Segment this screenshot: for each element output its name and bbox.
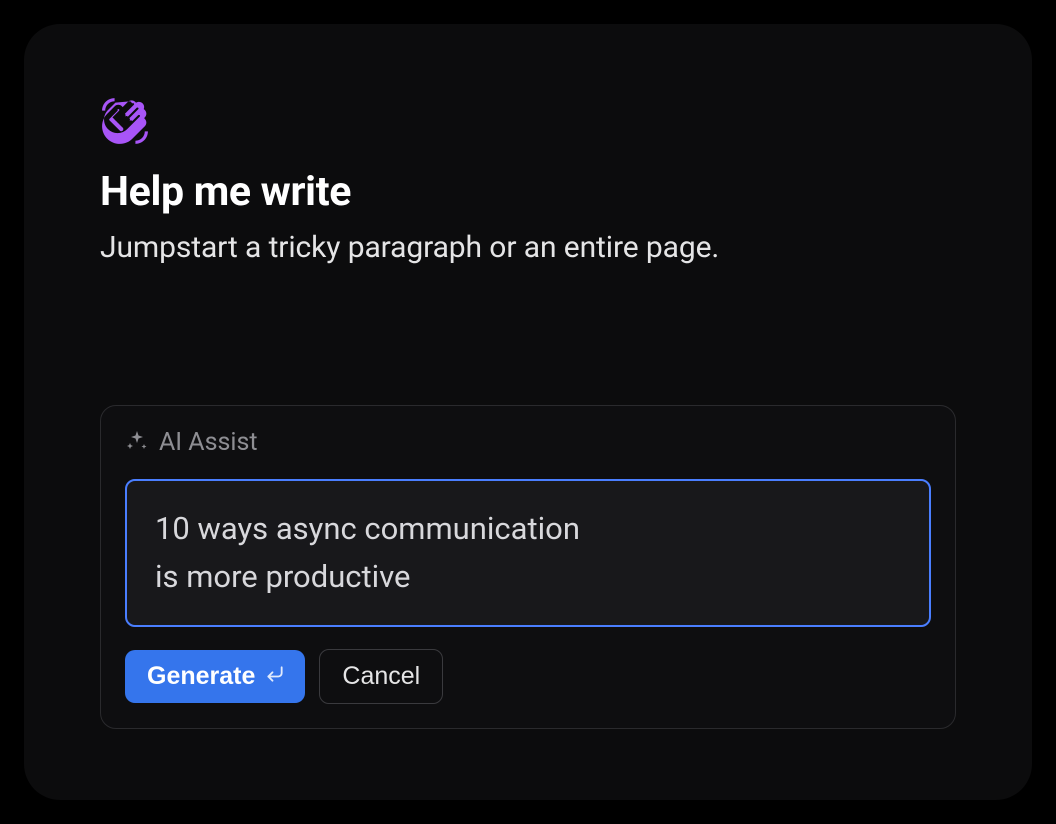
page-subtitle: Jumpstart a tricky paragraph or an entir… xyxy=(100,230,956,265)
wave-hand-icon xyxy=(100,96,956,150)
page-title: Help me write xyxy=(100,168,956,216)
feature-card: Help me write Jumpstart a tricky paragra… xyxy=(24,24,1032,800)
assist-label: AI Assist xyxy=(159,428,258,457)
ai-assist-panel: AI Assist 10 ways async communication is… xyxy=(100,405,956,729)
sparkle-icon xyxy=(125,429,149,457)
assist-header: AI Assist xyxy=(125,428,931,457)
enter-key-icon xyxy=(265,662,285,691)
prompt-input[interactable]: 10 ways async communication is more prod… xyxy=(155,505,901,601)
prompt-input-wrapper[interactable]: 10 ways async communication is more prod… xyxy=(125,479,931,627)
generate-button[interactable]: Generate xyxy=(125,650,305,703)
button-row: Generate Cancel xyxy=(125,649,931,704)
cancel-button[interactable]: Cancel xyxy=(319,649,443,704)
generate-button-label: Generate xyxy=(147,662,255,691)
